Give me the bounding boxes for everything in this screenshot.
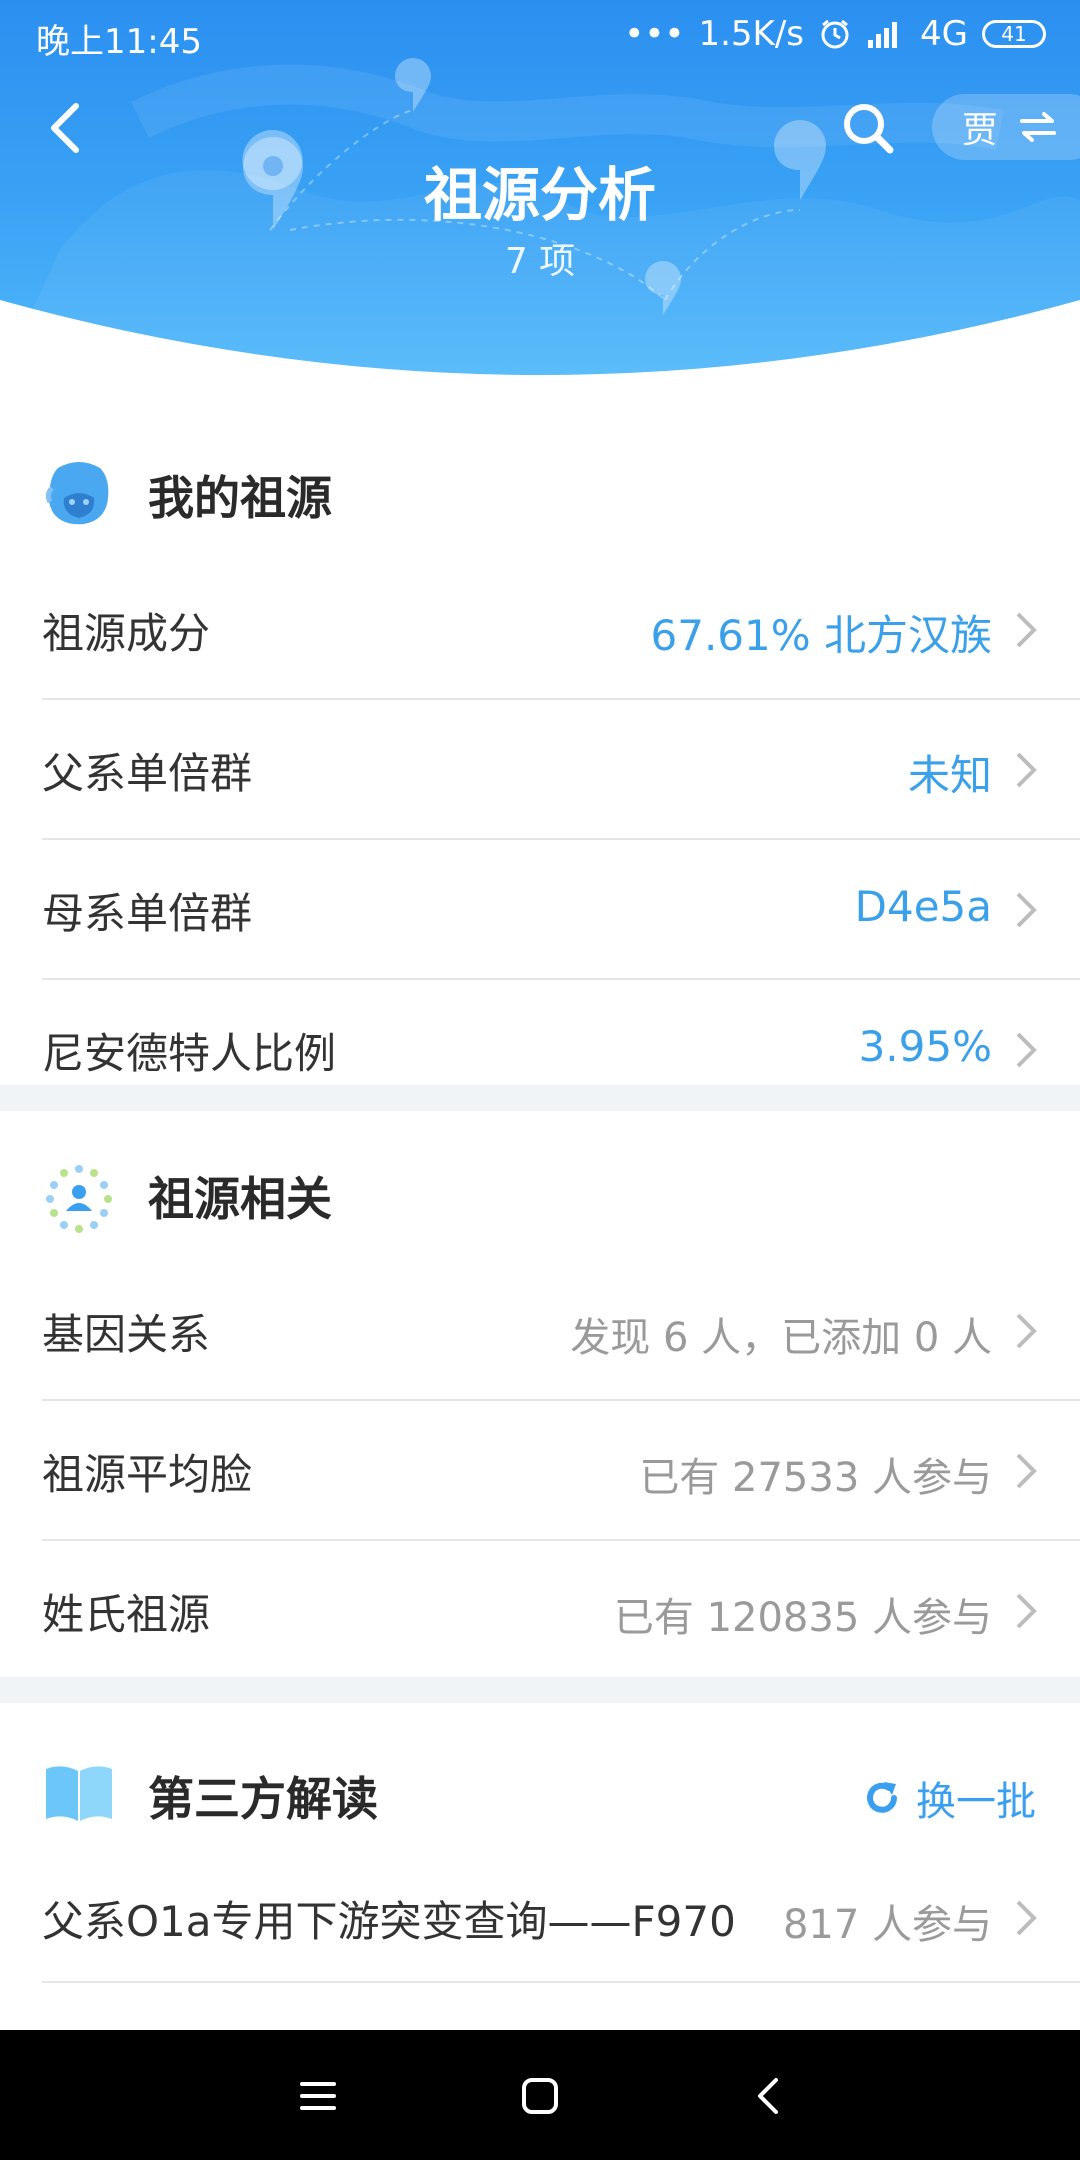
- row-value: D4e5a: [854, 882, 992, 931]
- row-value: 已有 27533 人参与: [639, 1455, 992, 1501]
- menu-icon[interactable]: [296, 2074, 340, 2118]
- refresh-icon: [867, 1782, 897, 1813]
- chevron-right-icon: [1016, 892, 1037, 928]
- network-type: 4G: [920, 14, 968, 54]
- section-divider: [0, 1677, 1080, 1703]
- row-label: 父系O1a专用下游突变查询——F970: [42, 1897, 736, 1946]
- third-party-section: 第三方解读 换一批 父系O1a专用下游突变查询——F970 817 人参与: [0, 1703, 1080, 2030]
- people-network-icon: [46, 1165, 112, 1233]
- switch-account-button[interactable]: 贾: [932, 94, 1080, 160]
- battery-level: 41: [1001, 22, 1027, 46]
- row-gene-relations[interactable]: 基因关系 发现 6 人，已添加 0 人: [42, 1261, 1080, 1401]
- row-label: 祖源成分: [42, 609, 211, 658]
- system-nav-bar: [0, 2030, 1080, 2160]
- row-ancestry-composition[interactable]: 祖源成分 67.61% 北方汉族: [42, 560, 1080, 700]
- row-value: 未知: [907, 751, 992, 800]
- row-value: 817 人参与: [782, 1902, 992, 1948]
- chevron-right-icon: [1016, 1453, 1037, 1489]
- section-divider: [0, 1085, 1080, 1111]
- network-speed: 1.5K/s: [698, 14, 805, 54]
- section-title: 我的祖源: [148, 471, 332, 525]
- row-third-party-item[interactable]: 父系O1a专用下游突变查询——F970 817 人参与: [42, 1858, 1080, 1983]
- switch-account-label: 贾: [962, 110, 999, 151]
- row-value: 3.95%: [858, 1022, 992, 1071]
- book-icon: [46, 1766, 112, 1821]
- battery-icon: 41: [982, 20, 1046, 48]
- section-header: 祖源相关: [0, 1111, 1080, 1261]
- row-label: 姓氏祖源: [42, 1590, 211, 1639]
- chevron-right-icon: [1016, 612, 1037, 648]
- row-paternal-haplogroup[interactable]: 父系单倍群 未知: [42, 700, 1080, 840]
- status-indicators: ••• 1.5K/s 4G 41: [624, 14, 1046, 54]
- nav-back-icon[interactable]: [748, 2074, 792, 2118]
- row-label: 母系单倍群: [42, 889, 253, 938]
- row-average-face[interactable]: 祖源平均脸 已有 27533 人参与: [42, 1401, 1080, 1541]
- chevron-right-icon: [1016, 1900, 1037, 1936]
- status-bar: 晚上11:45 ••• 1.5K/s 4G 41: [0, 0, 1080, 70]
- row-label: 祖源平均脸: [42, 1450, 253, 1499]
- swap-arrows-icon: [1020, 112, 1057, 142]
- header-curve: [0, 300, 1080, 380]
- chevron-right-icon: [1016, 752, 1037, 788]
- my-ancestry-section: 我的祖源 祖源成分 67.61% 北方汉族 父系单倍群 未知 母系单倍群 D4e…: [0, 410, 1080, 1085]
- row-surname-ancestry[interactable]: 姓氏祖源 已有 120835 人参与: [42, 1541, 1080, 1681]
- section-header: 我的祖源: [0, 410, 1080, 560]
- ancestry-related-section: 祖源相关 基因关系 发现 6 人，已添加 0 人 祖源平均脸 已有 27533 …: [0, 1111, 1080, 1677]
- status-time: 晚上11:45: [36, 22, 202, 62]
- chevron-right-icon: [1016, 1593, 1037, 1629]
- ancestor-face-icon: [45, 462, 109, 525]
- row-maternal-haplogroup[interactable]: 母系单倍群 D4e5a: [42, 840, 1080, 980]
- chevron-right-icon: [1016, 1313, 1037, 1349]
- page-subtitle: 7 项: [504, 241, 576, 282]
- home-icon[interactable]: [518, 2074, 562, 2118]
- refresh-batch-button[interactable]: 换一批: [862, 1769, 1036, 1827]
- row-label: 父系单倍群: [42, 749, 253, 798]
- signal-icon: [868, 22, 898, 48]
- chevron-right-icon: [1016, 1032, 1037, 1068]
- more-dots-icon: •••: [624, 14, 685, 54]
- row-value: 发现 6 人，已添加 0 人: [570, 1315, 992, 1361]
- alarm-icon: [821, 19, 849, 49]
- row-value: 67.61% 北方汉族: [650, 611, 993, 660]
- section-header: 第三方解读 换一批: [0, 1703, 1080, 1858]
- page-title: 祖源分析: [423, 161, 656, 229]
- refresh-batch-label: 换一批: [916, 1779, 1036, 1825]
- row-value: 已有 120835 人参与: [613, 1595, 992, 1641]
- section-title: 祖源相关: [148, 1172, 332, 1226]
- header: 晚上11:45 ••• 1.5K/s 4G 41 祖源分析 7 项 贾: [0, 0, 1080, 380]
- search-icon[interactable]: [840, 100, 896, 156]
- row-label: 基因关系: [42, 1310, 211, 1359]
- row-label: 尼安德特人比例: [42, 1029, 337, 1078]
- section-title: 第三方解读: [148, 1772, 378, 1826]
